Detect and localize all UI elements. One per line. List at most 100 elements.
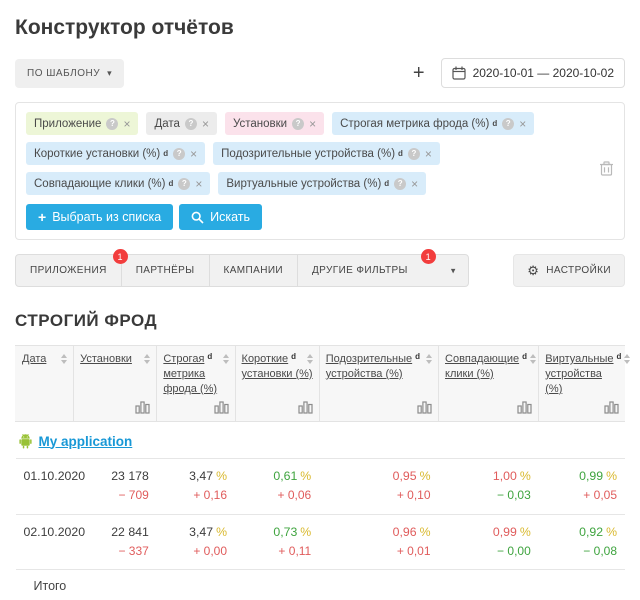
column-header-suspicious-devices[interactable]: Подозрительныеd устройства (%) <box>319 346 438 422</box>
table-row: 02.10.2020 22 841 − 337 3,47% + 0,00 0,7… <box>16 514 626 570</box>
sort-icon[interactable] <box>307 352 313 364</box>
tab-other-filters[interactable]: ДРУГИЕ ФИЛЬТРЫ 1 ▾ <box>298 255 468 286</box>
date-cell: 02.10.2020 <box>16 514 74 570</box>
suspicious-devices-cell: 0,96% + 0,01 <box>319 514 438 570</box>
strict-fraud-cell: 3,47% + 0,16 <box>157 459 235 515</box>
tab-applications[interactable]: ПРИЛОЖЕНИЯ 1 <box>16 255 122 286</box>
bar-chart-icon[interactable] <box>445 401 532 417</box>
strict-fraud-cell: 3,47% + 0,00 <box>157 514 235 570</box>
suspicious-devices-cell: 0,95% + 0,10 <box>319 459 438 515</box>
remove-chip-icon[interactable]: × <box>202 117 209 131</box>
bar-chart-icon[interactable] <box>80 401 150 417</box>
virtual-devices-cell: 0,92% − 0,08 <box>539 514 625 570</box>
sort-icon[interactable] <box>144 352 150 364</box>
chevron-down-icon: ▾ <box>451 265 456 276</box>
plus-icon: + <box>38 210 46 224</box>
short-installs-cell: 0,73% + 0,11 <box>235 514 319 570</box>
settings-button[interactable]: ⚙ НАСТРОЙКИ <box>513 254 625 287</box>
filter-panel: Приложение ? × Дата ? × Установки ? × Ст… <box>15 102 625 240</box>
remove-chip-icon[interactable]: × <box>411 177 418 191</box>
filter-chip-suspicious-devices[interactable]: Подозрительные устройства (%)d ? × <box>213 142 440 165</box>
tab-partners[interactable]: ПАРТНЁРЫ <box>122 255 210 286</box>
select-from-list-button[interactable]: + Выбрать из списка <box>26 204 173 230</box>
sort-icon[interactable] <box>624 352 630 364</box>
bar-chart-icon[interactable] <box>163 401 228 417</box>
help-icon[interactable]: ? <box>178 178 190 190</box>
tab-campaigns[interactable]: КАМПАНИИ <box>210 255 298 286</box>
help-icon[interactable]: ? <box>408 148 420 160</box>
chip-label: Виртуальные устройства (%) <box>226 178 381 190</box>
column-header-virtual-devices[interactable]: Виртуальныеd устройства (%) <box>539 346 625 422</box>
help-icon[interactable]: ? <box>292 118 304 130</box>
filter-chip-installs[interactable]: Установки ? × <box>225 112 324 135</box>
help-icon[interactable]: ? <box>185 118 197 130</box>
column-header-date[interactable]: Дата <box>16 346 74 422</box>
short-installs-cell: 0,61% + 0,06 <box>235 459 319 515</box>
filter-chip-matching-clicks[interactable]: Совпадающие клики (%)d ? × <box>26 172 210 195</box>
report-constructor-page: Конструктор отчётов ПО ШАБЛОНУ ▾ + 2020-… <box>0 0 640 600</box>
matching-clicks-cell: 1,00% − 0,03 <box>439 459 539 515</box>
section-title: СТРОГИЙ ФРОД <box>15 311 625 331</box>
remove-chip-icon[interactable]: × <box>195 177 202 191</box>
remove-chip-icon[interactable]: × <box>309 117 316 131</box>
help-icon[interactable]: ? <box>502 118 514 130</box>
template-dropdown-label: ПО ШАБЛОНУ <box>27 68 100 79</box>
filter-chip-application[interactable]: Приложение ? × <box>26 112 138 135</box>
trash-icon[interactable] <box>599 161 614 182</box>
filter-chip-short-installs[interactable]: Короткие установки (%)d ? × <box>26 142 205 165</box>
gear-icon: ⚙ <box>527 264 539 277</box>
help-icon[interactable]: ? <box>106 118 118 130</box>
app-link[interactable]: My application <box>39 434 133 449</box>
filter-chips: Приложение ? × Дата ? × Установки ? × Ст… <box>26 112 590 195</box>
add-date-range-button[interactable]: + <box>413 63 425 83</box>
chip-label: Дата <box>154 118 179 130</box>
toolbar: ПО ШАБЛОНУ ▾ + 2020-10-01 — 2020-10-02 <box>15 58 625 88</box>
sort-icon[interactable] <box>61 352 67 364</box>
chip-label: Строгая метрика фрода (%) <box>340 118 489 130</box>
installs-cell: 23 178 − 709 <box>74 459 157 515</box>
search-button[interactable]: Искать <box>179 204 262 230</box>
filter-tabs: ПРИЛОЖЕНИЯ 1 ПАРТНЁРЫ КАМПАНИИ ДРУГИЕ ФИ… <box>15 254 469 287</box>
chip-label: Подозрительные устройства (%) <box>221 148 395 160</box>
chevron-down-icon: ▾ <box>107 68 112 79</box>
bar-chart-icon[interactable] <box>326 401 432 417</box>
android-icon <box>18 433 33 449</box>
virtual-devices-cell: 0,99% + 0,05 <box>539 459 625 515</box>
column-header-short-installs[interactable]: Короткиеd установки (%) <box>235 346 319 422</box>
sort-icon[interactable] <box>223 352 229 364</box>
chip-label: Приложение <box>34 118 101 130</box>
app-group-row: My application <box>16 422 626 459</box>
chip-label: Короткие установки (%) <box>34 148 160 160</box>
date-cell: 01.10.2020 <box>16 459 74 515</box>
page-title: Конструктор отчётов <box>15 16 625 40</box>
filter-chip-date[interactable]: Дата ? × <box>146 112 216 135</box>
remove-chip-icon[interactable]: × <box>519 117 526 131</box>
strict-fraud-table: Дата Установки <box>15 345 625 600</box>
remove-chip-icon[interactable]: × <box>190 147 197 161</box>
sort-icon[interactable] <box>426 352 432 364</box>
column-header-installs[interactable]: Установки <box>74 346 157 422</box>
search-icon <box>191 211 204 224</box>
calendar-icon <box>452 66 466 80</box>
bar-chart-icon[interactable] <box>242 401 313 417</box>
column-header-matching-clicks[interactable]: Совпадающиеd клики (%) <box>439 346 539 422</box>
table-header-row: Дата Установки <box>16 346 626 422</box>
sort-icon[interactable] <box>530 352 536 364</box>
chip-label: Установки <box>233 118 287 130</box>
remove-chip-icon[interactable]: × <box>425 147 432 161</box>
chip-label: Совпадающие клики (%) <box>34 178 165 190</box>
help-icon[interactable]: ? <box>173 148 185 160</box>
filter-chip-virtual-devices[interactable]: Виртуальные устройства (%)d ? × <box>218 172 426 195</box>
matching-clicks-cell: 0,99% − 0,00 <box>439 514 539 570</box>
total-label-row: Итого <box>16 570 626 600</box>
date-range-value: 2020-10-01 — 2020-10-02 <box>473 66 614 80</box>
date-range-picker[interactable]: 2020-10-01 — 2020-10-02 <box>441 58 625 88</box>
bar-chart-icon[interactable] <box>545 401 619 417</box>
remove-chip-icon[interactable]: × <box>123 117 130 131</box>
other-filters-badge: 1 <box>421 249 436 264</box>
filter-chip-strict-fraud[interactable]: Строгая метрика фрода (%)d ? × <box>332 112 534 135</box>
help-icon[interactable]: ? <box>394 178 406 190</box>
template-dropdown-button[interactable]: ПО ШАБЛОНУ ▾ <box>15 59 124 88</box>
table-row: 01.10.2020 23 178 − 709 3,47% + 0,16 0,6… <box>16 459 626 515</box>
column-header-strict-fraud[interactable]: Строгаяd метрика фрода (%) <box>157 346 235 422</box>
